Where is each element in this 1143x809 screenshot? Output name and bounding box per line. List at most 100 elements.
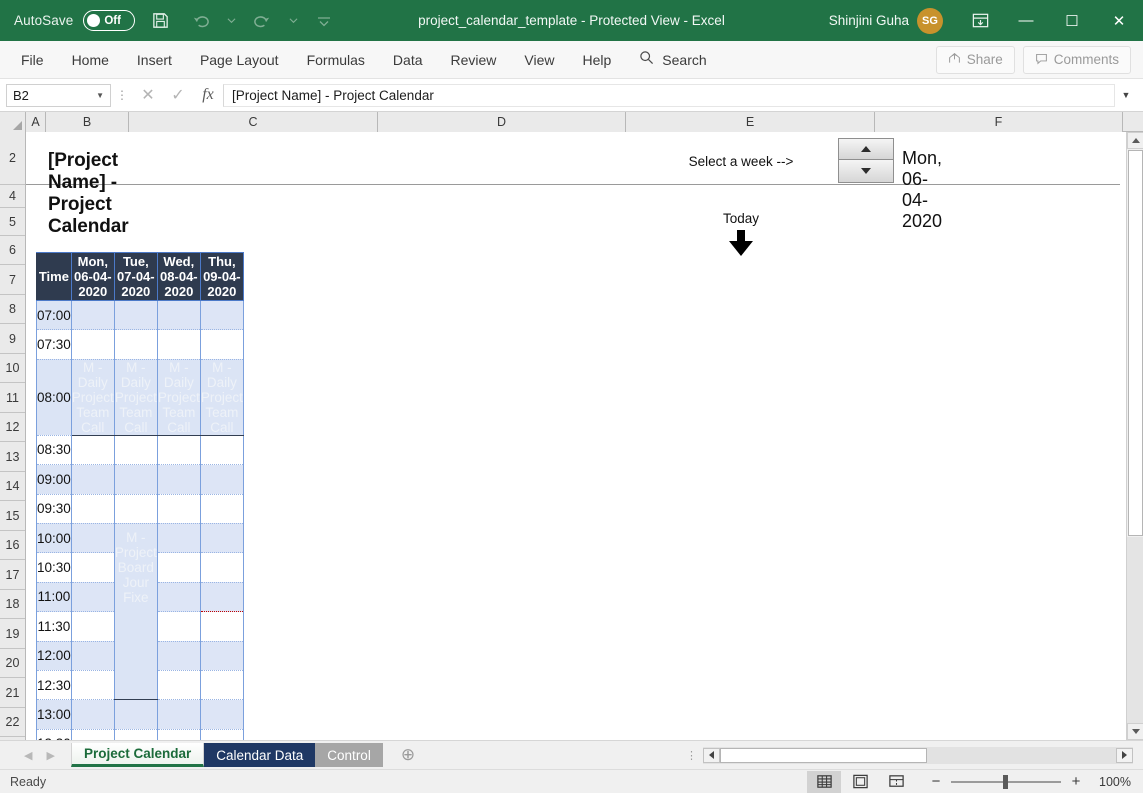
zoom-level[interactable]: 100% bbox=[1091, 775, 1131, 789]
time-cell[interactable]: 08:00 bbox=[36, 359, 72, 436]
column-header-e[interactable]: E bbox=[626, 112, 875, 132]
tab-insert[interactable]: Insert bbox=[124, 47, 185, 73]
time-cell[interactable]: 11:30 bbox=[36, 611, 72, 642]
row-header-5[interactable]: 5 bbox=[0, 208, 25, 236]
minimize-button[interactable]: — bbox=[1003, 0, 1049, 41]
row-header-15[interactable]: 15 bbox=[0, 501, 25, 531]
maximize-button[interactable]: ☐ bbox=[1049, 0, 1095, 41]
slot-thu[interactable] bbox=[199, 699, 244, 730]
slot-mon[interactable] bbox=[70, 300, 115, 331]
slot-wed[interactable] bbox=[156, 582, 201, 613]
slot-mon[interactable] bbox=[70, 582, 115, 613]
time-cell[interactable]: 07:00 bbox=[36, 300, 72, 331]
expand-formula-bar-icon[interactable]: ▼ bbox=[1115, 90, 1137, 100]
horizontal-scroll-thumb[interactable] bbox=[720, 747, 927, 763]
row-header-9[interactable]: 9 bbox=[0, 324, 25, 354]
time-cell[interactable]: 11:00 bbox=[36, 582, 72, 613]
redo-icon[interactable] bbox=[247, 7, 277, 35]
slot-tue[interactable] bbox=[113, 699, 158, 730]
vertical-scrollbar[interactable] bbox=[1126, 132, 1143, 740]
page-layout-view-icon[interactable] bbox=[843, 771, 877, 793]
row-header-18[interactable]: 18 bbox=[0, 590, 25, 619]
slot-wed[interactable] bbox=[156, 699, 201, 730]
slot-mon[interactable] bbox=[70, 552, 115, 583]
column-header-f[interactable]: F bbox=[875, 112, 1123, 132]
slot-thu[interactable] bbox=[199, 611, 244, 642]
row-header-7[interactable]: 7 bbox=[0, 265, 25, 295]
row-header-8[interactable]: 8 bbox=[0, 295, 25, 324]
tab-page-layout[interactable]: Page Layout bbox=[187, 47, 292, 73]
row-header-16[interactable]: 16 bbox=[0, 531, 25, 560]
row-header-13[interactable]: 13 bbox=[0, 442, 25, 472]
zoom-slider[interactable] bbox=[951, 774, 1061, 789]
slot-thu[interactable] bbox=[199, 329, 244, 360]
slot-wed[interactable] bbox=[156, 464, 201, 495]
slot-wed[interactable] bbox=[156, 670, 201, 701]
slot-wed[interactable] bbox=[156, 611, 201, 642]
slot-wed[interactable] bbox=[156, 552, 201, 583]
undo-icon[interactable] bbox=[185, 7, 215, 35]
ribbon-display-options-icon[interactable] bbox=[957, 0, 1003, 41]
row-header-20[interactable]: 20 bbox=[0, 649, 25, 678]
slot-tue[interactable] bbox=[113, 464, 158, 495]
time-cell[interactable]: 10:00 bbox=[36, 523, 72, 554]
next-sheet-icon[interactable]: ▶ bbox=[46, 749, 54, 762]
slot-wed[interactable] bbox=[156, 300, 201, 331]
add-sheet-icon[interactable]: ⊕ bbox=[401, 745, 415, 765]
slot-tue[interactable] bbox=[113, 729, 158, 740]
insert-function-icon[interactable]: fx bbox=[193, 86, 223, 104]
zoom-out-button[interactable]: − bbox=[929, 773, 943, 790]
time-cell[interactable]: 10:30 bbox=[36, 552, 72, 583]
formula-bar-handle[interactable]: ⋮ bbox=[111, 88, 133, 102]
slot-tue[interactable] bbox=[113, 329, 158, 360]
cancel-icon[interactable]: ✕ bbox=[133, 85, 163, 105]
zoom-in-button[interactable]: + bbox=[1069, 773, 1083, 790]
close-button[interactable]: ✕ bbox=[1095, 0, 1143, 41]
slot-thu[interactable] bbox=[199, 729, 244, 740]
vertical-scroll-track[interactable] bbox=[1127, 537, 1143, 723]
autosave-toggle[interactable]: Off bbox=[83, 10, 136, 31]
customize-quick-access-icon[interactable] bbox=[309, 7, 339, 35]
normal-view-icon[interactable] bbox=[807, 770, 841, 793]
spinner-up-icon[interactable] bbox=[838, 138, 894, 160]
event-daily-call-tue[interactable]: M -Daily Project Team Call bbox=[113, 359, 158, 436]
event-daily-call-thu[interactable]: M -Daily Project Team Call bbox=[199, 359, 244, 436]
slot-wed[interactable] bbox=[156, 523, 201, 554]
row-header-6[interactable]: 6 bbox=[0, 236, 25, 265]
slot-wed[interactable] bbox=[156, 641, 201, 671]
slot-wed[interactable] bbox=[156, 435, 201, 466]
slot-wed[interactable] bbox=[156, 729, 201, 740]
formula-input[interactable]: [Project Name] - Project Calendar bbox=[223, 83, 1115, 107]
slot-thu[interactable] bbox=[199, 300, 244, 331]
tab-home[interactable]: Home bbox=[59, 47, 122, 73]
row-header-11[interactable]: 11 bbox=[0, 383, 25, 413]
column-header-b[interactable]: B bbox=[46, 112, 129, 132]
slot-mon[interactable] bbox=[70, 435, 115, 466]
sheet-canvas[interactable]: [Project Name] - Project Calendar Select… bbox=[26, 132, 1143, 740]
prev-sheet-icon[interactable]: ◀ bbox=[24, 749, 32, 762]
event-daily-call-wed[interactable]: M -Daily Project Team Call bbox=[156, 359, 201, 436]
save-icon[interactable] bbox=[145, 7, 175, 35]
scroll-right-button[interactable] bbox=[1116, 747, 1133, 763]
column-header-d[interactable]: D bbox=[378, 112, 626, 132]
slot-wed[interactable] bbox=[156, 494, 201, 524]
comments-button[interactable]: Comments bbox=[1022, 45, 1131, 74]
tab-formulas[interactable]: Formulas bbox=[294, 47, 378, 73]
scroll-up-button[interactable] bbox=[1127, 132, 1143, 149]
row-header-14[interactable]: 14 bbox=[0, 472, 25, 501]
horizontal-scrollbar[interactable] bbox=[703, 746, 1133, 764]
slot-mon[interactable] bbox=[70, 464, 115, 495]
row-header-22[interactable]: 22 bbox=[0, 708, 25, 737]
row-header-12[interactable]: 12 bbox=[0, 413, 25, 442]
slot-mon[interactable] bbox=[70, 729, 115, 740]
tab-help[interactable]: Help bbox=[570, 47, 625, 73]
select-all-corner[interactable] bbox=[0, 112, 26, 132]
time-cell[interactable]: 09:30 bbox=[36, 494, 72, 524]
slot-thu-highlighted[interactable] bbox=[199, 582, 244, 613]
chevron-down-icon[interactable]: ▼ bbox=[96, 91, 104, 100]
time-cell[interactable]: 08:30 bbox=[36, 435, 72, 466]
avatar[interactable]: SG bbox=[917, 7, 943, 34]
undo-dropdown-icon[interactable] bbox=[225, 7, 237, 35]
slot-thu[interactable] bbox=[199, 670, 244, 701]
scroll-down-button[interactable] bbox=[1127, 723, 1143, 740]
